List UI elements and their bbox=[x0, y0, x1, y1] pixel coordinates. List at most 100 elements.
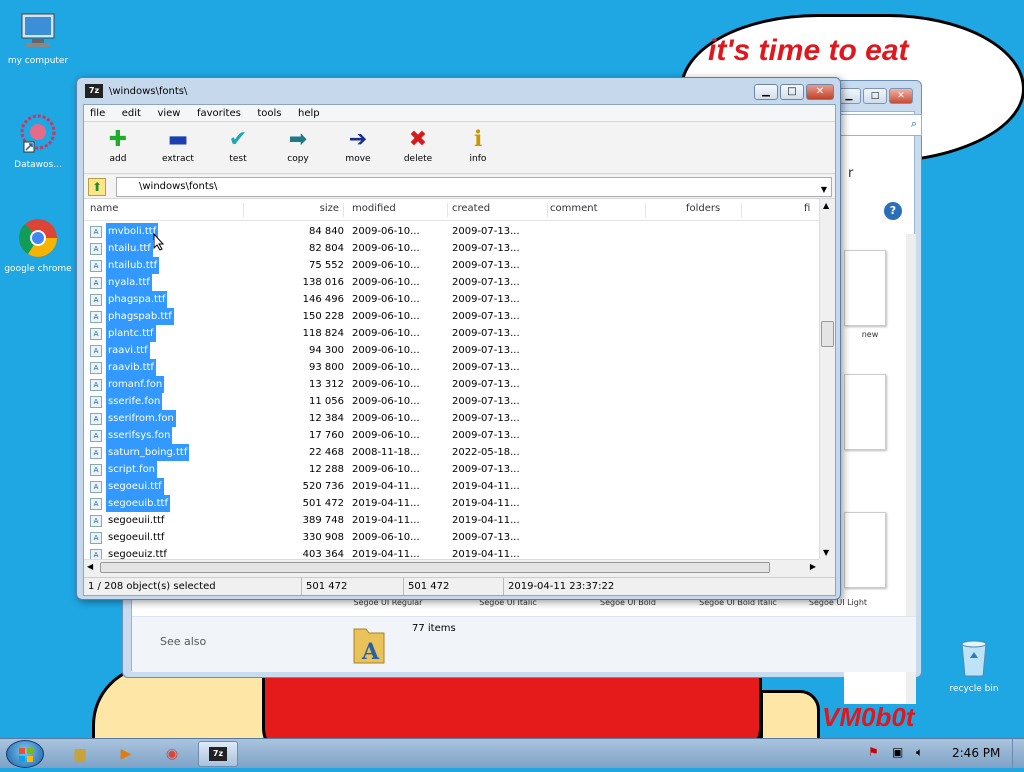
file-row[interactable]: Asegoeui.ttf 520 736 2019-04-11... 2019-04-… bbox=[84, 478, 819, 495]
file-row[interactable]: Asegoeuil.ttf 330 908 2009-06-10... 2009-07… bbox=[84, 529, 819, 546]
7zip-window[interactable]: 7z \windows\fonts\ ▁ □ ✕ file edit view f… bbox=[76, 77, 841, 600]
toolbar-copy-button[interactable]: ➡ copy bbox=[270, 126, 326, 164]
toolbar-move-button[interactable]: ➔ move bbox=[330, 126, 386, 164]
copy-icon: ➡ bbox=[288, 127, 308, 152]
toolbar-extract-button[interactable]: ▬ extract bbox=[150, 126, 206, 164]
file-row[interactable]: Aphagspab.ttf 150 228 2009-06-10... 2009-07… bbox=[84, 308, 819, 325]
minimize-button[interactable]: ▁ bbox=[754, 84, 778, 100]
file-row[interactable]: Antailub.ttf 75 552 2009-06-10... 2009-07-1… bbox=[84, 257, 819, 274]
show-desktop-button[interactable] bbox=[1012, 739, 1024, 769]
column-header-modified[interactable]: modified bbox=[352, 203, 448, 217]
file-row[interactable]: Amvboli.ttf 84 840 2009-06-10... 2009-07-13… bbox=[84, 223, 819, 240]
file-row[interactable]: Asserifsys.fon 17 760 2009-06-10... 2009-07… bbox=[84, 427, 819, 444]
desktop-icon-chrome[interactable]: google chrome bbox=[0, 216, 76, 274]
horizontal-scrollbar[interactable]: ◀ ▶ bbox=[84, 559, 819, 575]
maximize-button[interactable]: □ bbox=[863, 88, 887, 104]
font-thumbnail[interactable] bbox=[844, 250, 886, 326]
start-button[interactable] bbox=[6, 740, 44, 768]
file-row[interactable]: Asegoeuib.ttf 501 472 2019-04-11... 2019-04… bbox=[84, 495, 819, 512]
file-row[interactable]: Antailu.ttf 82 804 2009-06-10... 2009-07-13… bbox=[84, 240, 819, 257]
taskbar-explorer-button[interactable]: ▆ bbox=[60, 741, 100, 767]
action-center-icon[interactable]: ⚑ bbox=[868, 745, 879, 759]
scroll-left-icon[interactable]: ◀ bbox=[87, 562, 93, 571]
7zip-icon: 7z bbox=[209, 747, 227, 761]
menu-favorites[interactable]: favorites bbox=[197, 105, 241, 122]
font-file-icon: A bbox=[90, 311, 102, 323]
file-name: segoeui.ttf bbox=[106, 478, 164, 495]
file-name: segoeuii.ttf bbox=[108, 515, 165, 526]
file-row[interactable]: Asegoeuii.ttf 389 748 2019-04-11... 2019-04… bbox=[84, 512, 819, 529]
help-icon[interactable]: ? bbox=[884, 202, 902, 220]
7zip-client-area: file edit view favorites tools help ✚ add… bbox=[83, 104, 836, 596]
file-modified: 2009-06-10... bbox=[352, 532, 420, 543]
vertical-scrollbar[interactable]: ▲ ▼ bbox=[819, 199, 835, 559]
scroll-thumb[interactable] bbox=[821, 321, 834, 347]
font-thumbnail[interactable] bbox=[844, 512, 886, 588]
menu-tools[interactable]: tools bbox=[257, 105, 281, 122]
scroll-down-icon[interactable]: ▼ bbox=[823, 548, 829, 557]
folder-up-button[interactable]: ⬆ bbox=[88, 178, 106, 196]
taskbar-7zip-button[interactable]: 7z bbox=[198, 741, 238, 767]
desktop-icon-recycle-bin[interactable]: recycle bin bbox=[936, 636, 1012, 694]
shortcut-icon bbox=[16, 112, 60, 156]
close-button[interactable]: ✕ bbox=[889, 88, 913, 104]
volume-icon[interactable]: 🔈︎ bbox=[916, 745, 923, 760]
taskbar-chrome-button[interactable]: ◉ bbox=[152, 741, 192, 767]
toolbar-delete-button[interactable]: ✖ delete bbox=[390, 126, 446, 164]
file-created: 2009-07-13... bbox=[452, 328, 520, 339]
partial-heading: r bbox=[848, 166, 854, 181]
file-name: segoeuib.ttf bbox=[106, 495, 170, 512]
column-header-files[interactable]: fi bbox=[804, 203, 818, 217]
search-input[interactable]: ⌕ bbox=[836, 114, 922, 136]
font-thumbnail[interactable] bbox=[844, 374, 886, 450]
file-created: 2009-07-13... bbox=[452, 464, 520, 475]
file-row[interactable]: Ascript.fon 12 288 2009-06-10... 2009-07-13… bbox=[84, 461, 819, 478]
chevron-down-icon[interactable]: ▼ bbox=[821, 181, 827, 199]
file-list[interactable]: name size modified created comment folde… bbox=[84, 199, 835, 559]
scroll-up-icon[interactable]: ▲ bbox=[823, 201, 829, 210]
file-size: 520 736 bbox=[302, 481, 344, 492]
file-row[interactable]: Araavi.ttf 94 300 2009-06-10... 2009-07-13.… bbox=[84, 342, 819, 359]
file-row[interactable]: Asaturn_boing.ttf 22 468 2008-11-18... 2022… bbox=[84, 444, 819, 461]
status-bar: 1 / 208 object(s) selected 501 472 501 4… bbox=[84, 577, 835, 595]
column-header-name[interactable]: name bbox=[90, 203, 244, 217]
file-row[interactable]: Asserife.fon 11 056 2009-06-10... 2009-07-1… bbox=[84, 393, 819, 410]
menu-view[interactable]: view bbox=[157, 105, 180, 122]
file-row[interactable]: Asserifrom.fon 12 384 2009-06-10... 2009-07… bbox=[84, 410, 819, 427]
menu-help[interactable]: help bbox=[298, 105, 320, 122]
file-row[interactable]: Aplantc.ttf 118 824 2009-06-10... 2009-07-1… bbox=[84, 325, 819, 342]
address-input[interactable]: \windows\fonts\ ▼ bbox=[116, 177, 832, 197]
column-header-size[interactable]: size bbox=[248, 203, 344, 217]
file-row[interactable]: Asegoeuiz.ttf 403 364 2019-04-11... 2019-04… bbox=[84, 546, 819, 559]
address-bar: ⬆ \windows\fonts\ ▼ bbox=[84, 175, 835, 199]
file-row[interactable]: Aromanf.fon 13 312 2009-06-10... 2009-07-13… bbox=[84, 376, 819, 393]
desktop-icon-datawos[interactable]: Datawos... bbox=[0, 112, 76, 170]
file-row[interactable]: Anyala.ttf 138 016 2009-06-10... 2009-07-13… bbox=[84, 274, 819, 291]
toolbar-add-button[interactable]: ✚ add bbox=[90, 126, 146, 164]
font-file-icon: A bbox=[90, 481, 102, 493]
file-name: ntailu.ttf bbox=[106, 240, 153, 257]
column-header-folders[interactable]: folders bbox=[686, 203, 742, 217]
menu-file[interactable]: file bbox=[90, 105, 105, 122]
recycle-bin-icon bbox=[952, 636, 996, 680]
file-rows: Amvboli.ttf 84 840 2009-06-10... 2009-07-13… bbox=[84, 223, 819, 559]
clock[interactable]: 2:46 PM bbox=[952, 746, 1000, 760]
items-count: 77 items bbox=[412, 623, 456, 634]
column-header-created[interactable]: created bbox=[452, 203, 548, 217]
file-modified: 2008-11-18... bbox=[352, 447, 420, 458]
scroll-right-icon[interactable]: ▶ bbox=[810, 562, 816, 571]
column-header-comment[interactable]: comment bbox=[550, 203, 646, 217]
toolbar-test-button[interactable]: ✔ test bbox=[210, 126, 266, 164]
file-row[interactable]: Aphagspa.ttf 146 496 2009-06-10... 2009-07-… bbox=[84, 291, 819, 308]
desktop-icon-my-computer[interactable]: my computer bbox=[0, 8, 76, 66]
menu-edit[interactable]: edit bbox=[122, 105, 141, 122]
scroll-thumb[interactable] bbox=[100, 562, 770, 573]
network-icon[interactable]: ▣ bbox=[892, 745, 903, 759]
maximize-button[interactable]: □ bbox=[780, 84, 804, 100]
close-button[interactable]: ✕ bbox=[806, 84, 834, 100]
add-icon: ✚ bbox=[108, 127, 128, 152]
chrome-icon bbox=[16, 216, 60, 260]
toolbar-info-button[interactable]: ℹ info bbox=[450, 126, 506, 164]
taskbar-media-player-button[interactable]: ▶ bbox=[106, 741, 146, 767]
file-row[interactable]: Araavib.ttf 93 800 2009-06-10... 2009-07-13… bbox=[84, 359, 819, 376]
